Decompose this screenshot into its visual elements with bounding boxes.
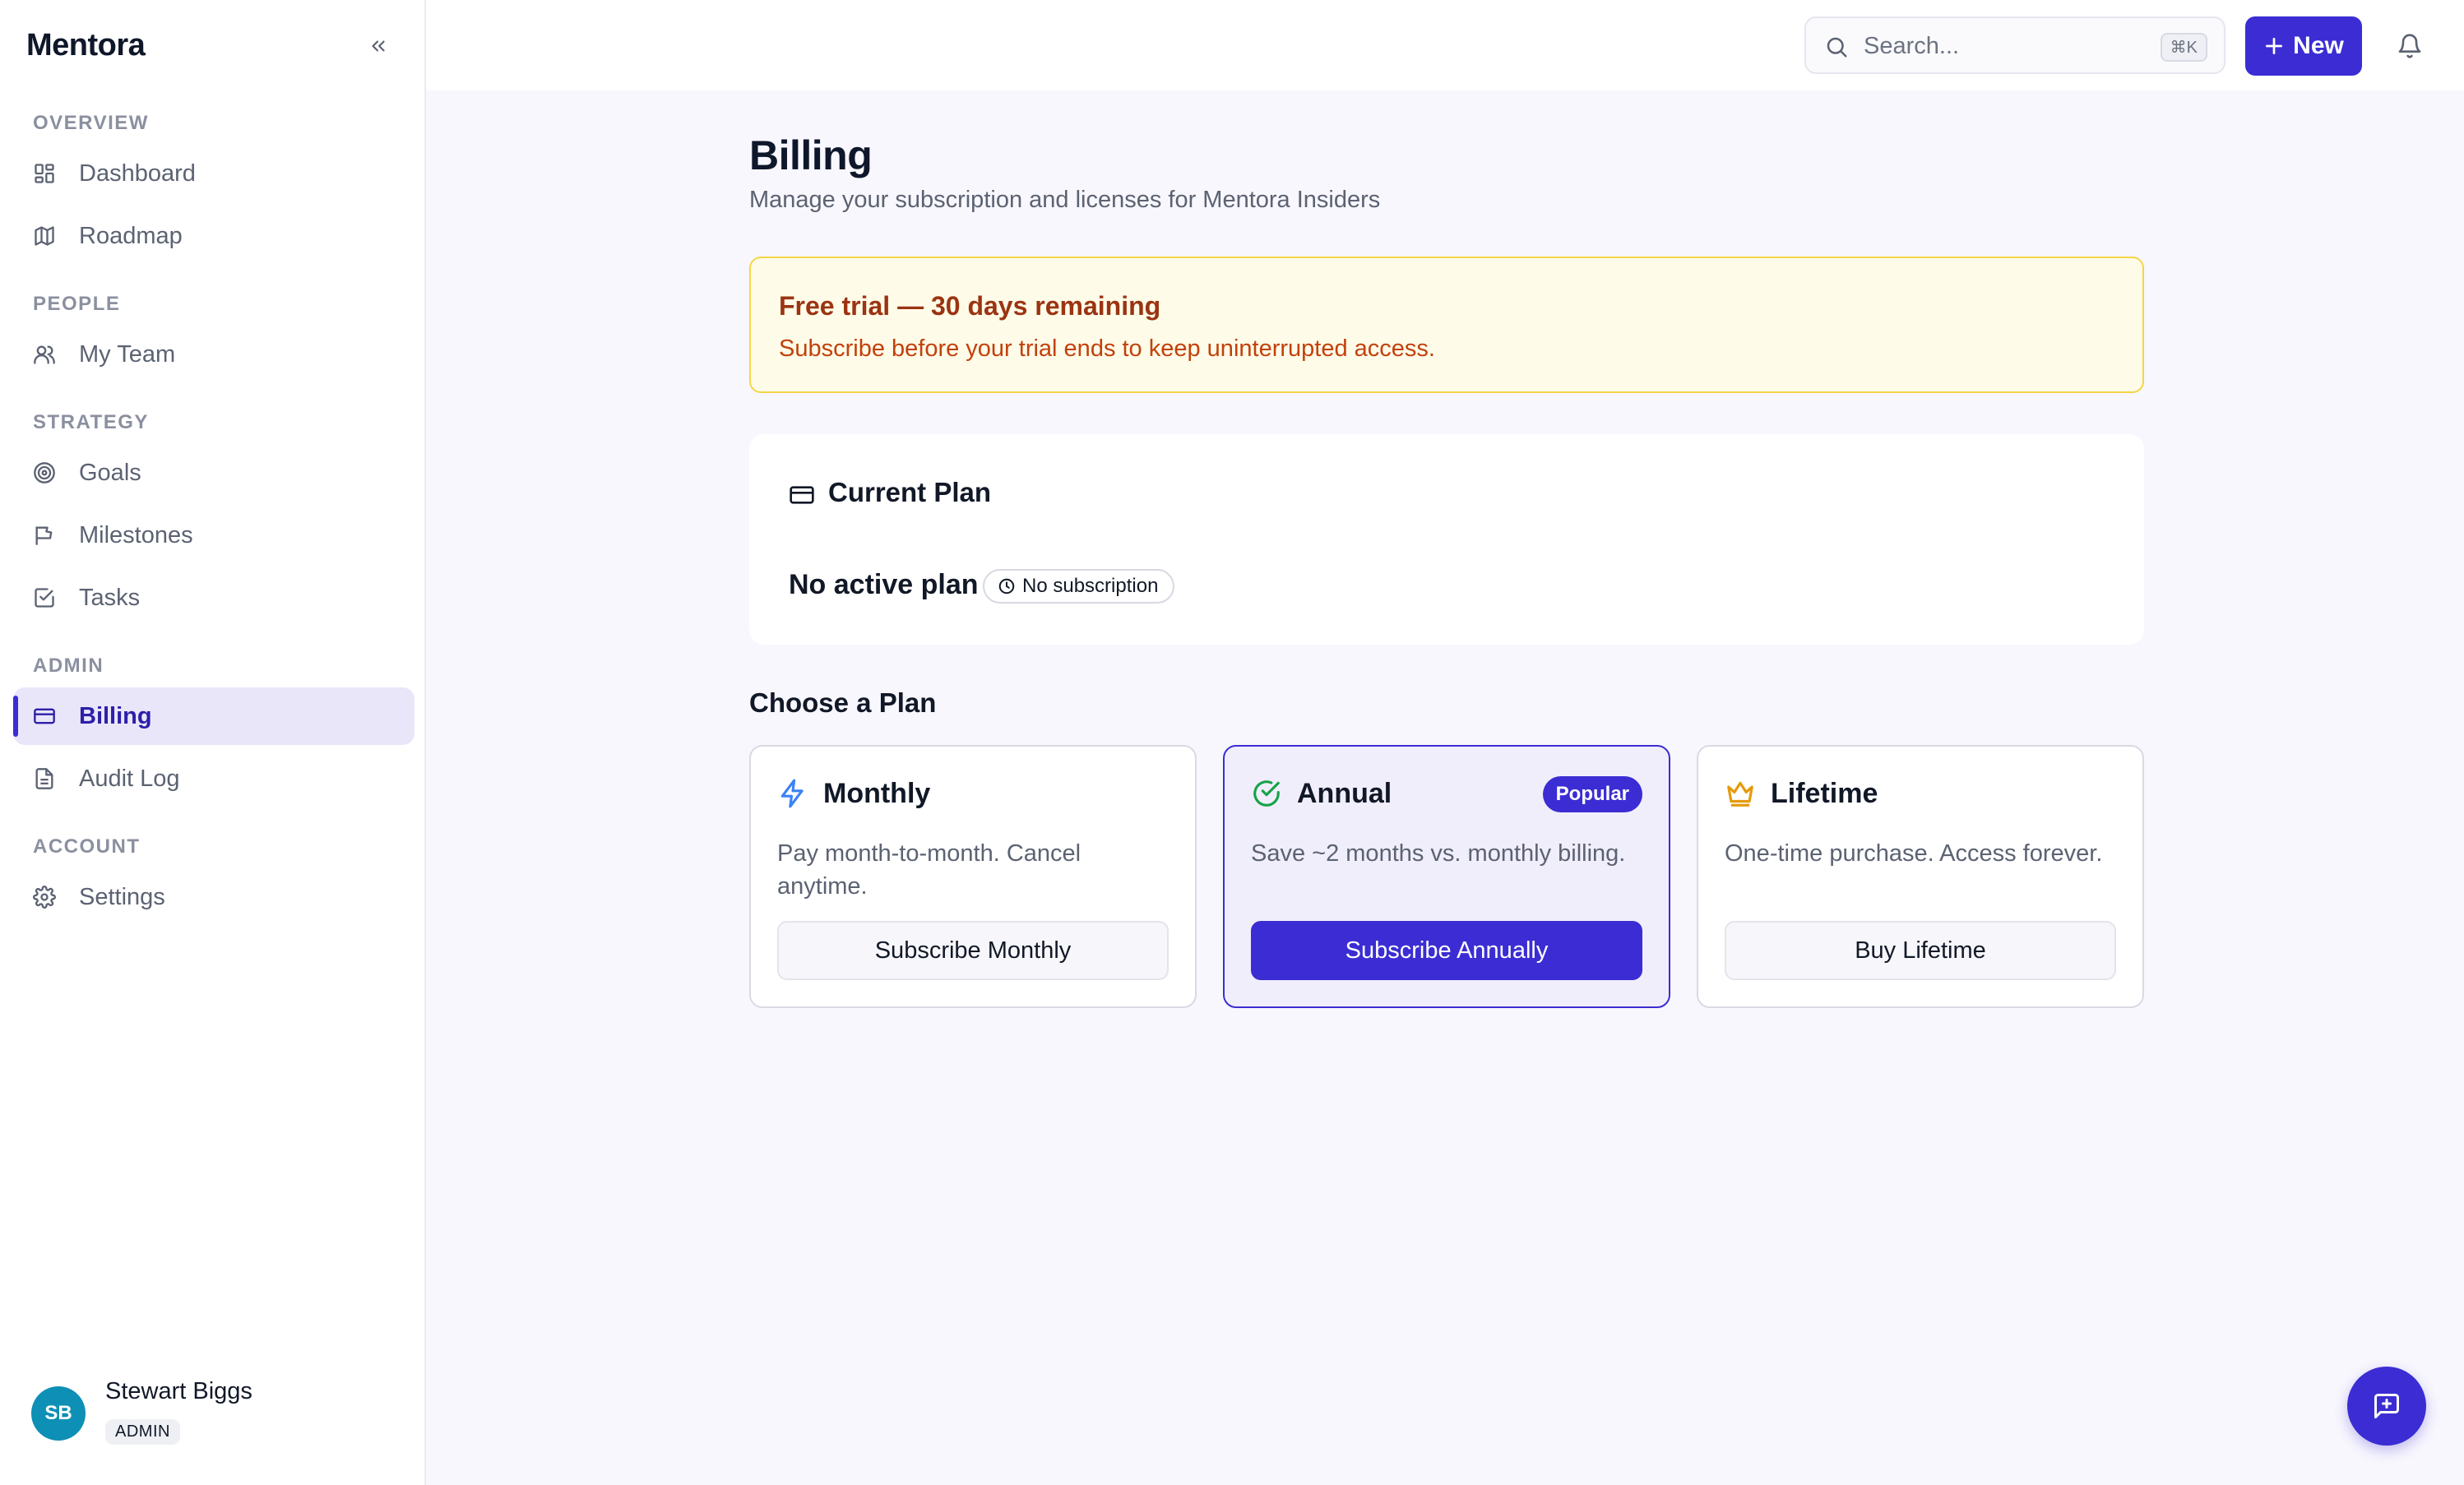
plan-card-annual: Annual Popular Save ~2 months vs. monthl… [1223, 745, 1670, 1008]
sidebar-item-label: Tasks [79, 584, 141, 611]
section-label-people: PEOPLE [33, 293, 121, 315]
sidebar-item-dashboard[interactable]: Dashboard [13, 145, 415, 202]
status-badge: No subscription [983, 569, 1175, 604]
plus-icon [2266, 37, 2283, 55]
new-button-label: New [2293, 32, 2344, 59]
section-label-strategy: STRATEGY [33, 411, 149, 433]
sidebar-item-goals[interactable]: Goals [13, 444, 415, 502]
plan-description: Pay month-to-month. Cancel anytime. [777, 840, 1081, 900]
document-icon [33, 767, 56, 790]
current-plan-status: No active plan [789, 569, 979, 600]
topbar: ⌘K New [426, 0, 2464, 90]
collapse-sidebar-button[interactable] [362, 30, 395, 62]
search-shortcut-hint: ⌘K [2160, 33, 2207, 62]
chevrons-left-icon [372, 40, 385, 52]
sidebar-item-settings[interactable]: Settings [13, 868, 415, 926]
trial-banner: Free trial — 30 days remaining Subscribe… [749, 257, 2144, 393]
sidebar-item-tasks[interactable]: Tasks [13, 569, 415, 627]
plan-card-lifetime: Lifetime One-time purchase. Access forev… [1697, 745, 2144, 1008]
page-title: Billing [749, 132, 873, 178]
section-label-account: ACCOUNT [33, 835, 141, 858]
sidebar-item-label: Billing [79, 702, 152, 729]
lightning-icon [780, 779, 804, 808]
plan-card-monthly: Monthly Pay month-to-month. Cancel anyti… [749, 745, 1197, 1008]
sidebar-item-label: Dashboard [79, 160, 196, 187]
current-plan-title: Current Plan [828, 477, 992, 507]
sidebar-item-billing[interactable]: Billing [13, 687, 415, 745]
subscribe-monthly-button[interactable]: Subscribe Monthly [777, 921, 1169, 980]
page-subtitle: Manage your subscription and licenses fo… [749, 187, 1381, 213]
avatar: SB [31, 1386, 86, 1441]
notifications-button[interactable] [2393, 30, 2426, 62]
plan-name: Annual [1297, 778, 1392, 809]
credit-card-icon [790, 486, 814, 504]
plan-name: Lifetime [1771, 778, 1878, 809]
choose-plan-heading: Choose a Plan [749, 687, 937, 718]
credit-card-icon [33, 705, 56, 728]
sidebar-item-label: My Team [79, 340, 176, 368]
check-circle-icon [1253, 780, 1280, 807]
plan-name: Monthly [823, 778, 931, 809]
sidebar-item-audit-log[interactable]: Audit Log [13, 750, 415, 807]
sidebar: Mentora OVERVIEW Dashboard Roadmap PEOPL… [0, 0, 426, 1485]
user-name: Stewart Biggs [105, 1378, 252, 1404]
sidebar-item-label: Milestones [79, 521, 193, 548]
search-box[interactable]: ⌘K [1804, 16, 2225, 74]
subscribe-annually-button[interactable]: Subscribe Annually [1251, 921, 1642, 980]
trial-message: Subscribe before your trial ends to keep… [779, 335, 1435, 362]
search-icon [1827, 37, 1847, 58]
crown-icon [1727, 781, 1753, 807]
plan-description: One-time purchase. Access forever. [1725, 840, 2103, 867]
section-label-overview: OVERVIEW [33, 112, 149, 134]
gear-icon [33, 886, 56, 909]
sidebar-item-label: Roadmap [79, 222, 183, 249]
sidebar-item-label: Settings [79, 883, 165, 910]
sidebar-item-milestones[interactable]: Milestones [13, 507, 415, 564]
clock-icon [998, 578, 1015, 594]
bell-icon [2398, 34, 2421, 58]
message-plus-icon [2374, 1394, 2399, 1418]
buy-lifetime-button[interactable]: Buy Lifetime [1725, 921, 2116, 980]
search-input[interactable] [1862, 28, 2137, 64]
sidebar-item-my-team[interactable]: My Team [13, 326, 415, 383]
section-label-admin: ADMIN [33, 655, 104, 677]
sidebar-item-roadmap[interactable]: Roadmap [13, 207, 415, 265]
current-plan-card: Current Plan No active plan No subscript… [749, 434, 2144, 645]
users-icon [33, 343, 56, 366]
plan-description: Save ~2 months vs. monthly billing. [1251, 840, 1626, 867]
trial-title: Free trial — 30 days remaining [779, 291, 1161, 321]
new-button[interactable]: New [2245, 16, 2362, 76]
target-icon [33, 461, 56, 484]
popular-badge: Popular [1542, 776, 1642, 812]
sidebar-item-label: Audit Log [79, 765, 180, 792]
flag-icon [33, 524, 56, 547]
dashboard-icon [33, 162, 56, 185]
sidebar-item-label: Goals [79, 459, 141, 486]
app-root: Mentora OVERVIEW Dashboard Roadmap PEOPL… [0, 0, 2464, 1485]
brand-logo[interactable]: Mentora [26, 28, 146, 63]
checkbox-icon [33, 586, 56, 609]
chat-button[interactable] [2347, 1367, 2426, 1446]
map-icon [33, 224, 56, 248]
status-badge-label: No subscription [1022, 575, 1159, 597]
user-role-badge: ADMIN [105, 1419, 180, 1445]
